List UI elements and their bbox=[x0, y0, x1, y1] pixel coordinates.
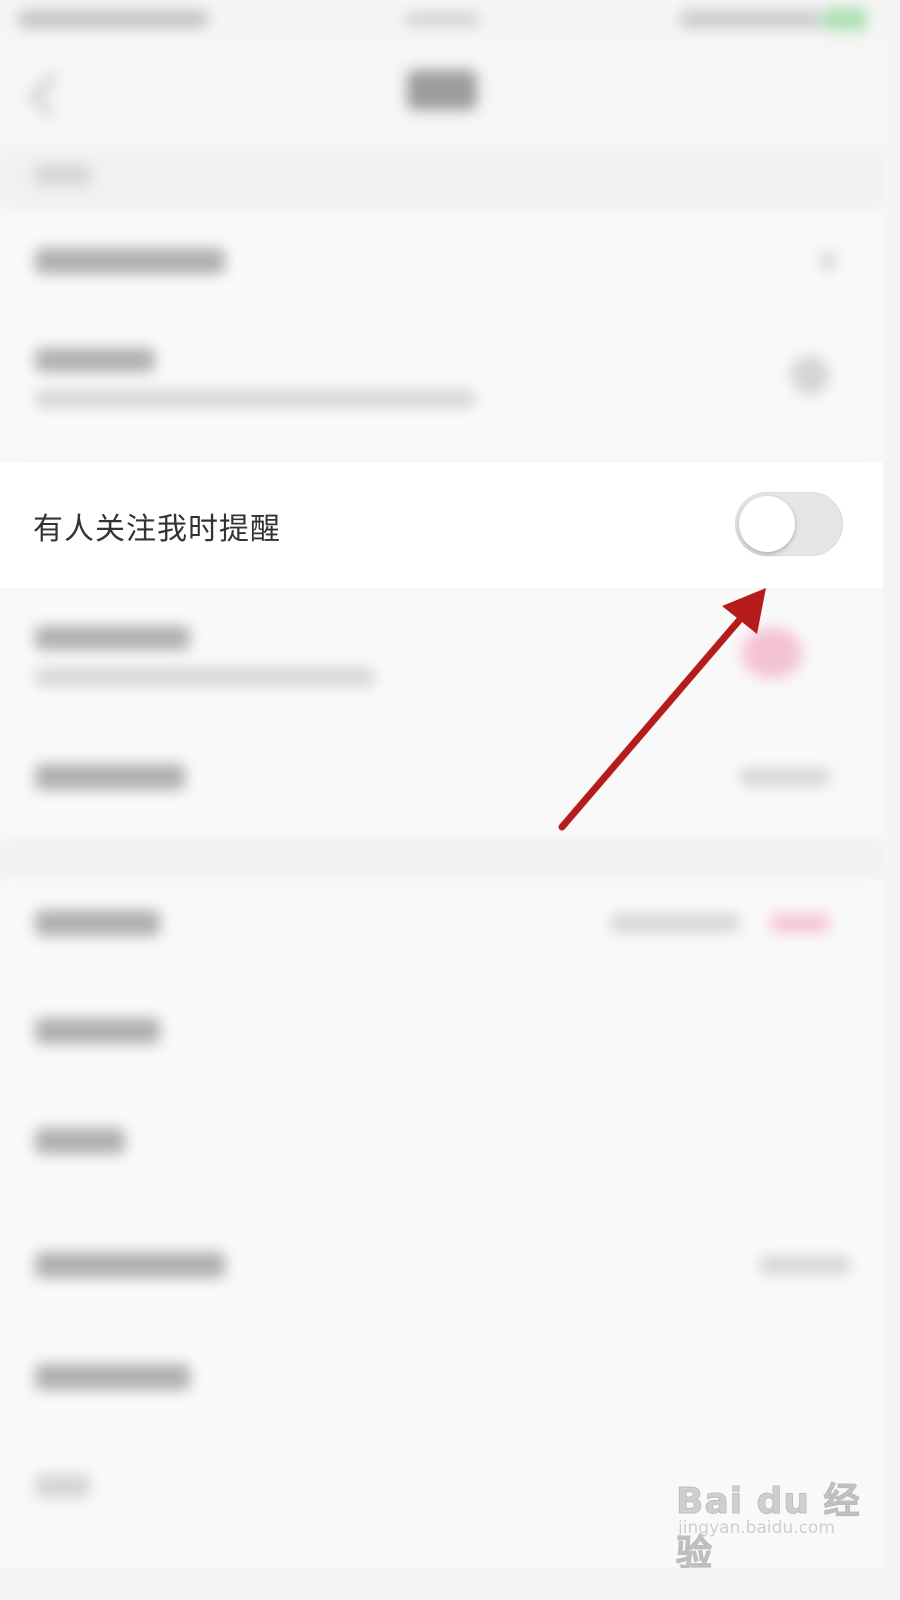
watermark-url: jingyan.baidu.com bbox=[678, 1518, 835, 1538]
battery-icon bbox=[822, 8, 867, 30]
settings-row[interactable] bbox=[0, 1328, 883, 1439]
settings-row[interactable] bbox=[0, 588, 883, 729]
settings-row[interactable] bbox=[0, 988, 883, 1099]
follow-notify-label: 有人关注我时提醒 bbox=[33, 512, 281, 547]
toggle-knob bbox=[739, 496, 795, 552]
section-gap bbox=[0, 838, 883, 878]
watermark: Bai du 经验 jingyan.baidu.com bbox=[676, 1472, 876, 1569]
status-bar-time bbox=[405, 12, 480, 26]
settings-row[interactable] bbox=[0, 1098, 883, 1209]
blurred-background bbox=[0, 0, 883, 1568]
settings-row[interactable] bbox=[0, 728, 883, 839]
nav-bar bbox=[0, 40, 883, 150]
follow-notify-toggle[interactable] bbox=[735, 492, 843, 556]
page-title bbox=[407, 70, 477, 110]
status-bar-left bbox=[18, 10, 208, 28]
settings-row[interactable] bbox=[0, 1208, 883, 1329]
status-bar-icons bbox=[680, 10, 820, 28]
back-arrow-icon[interactable] bbox=[30, 73, 73, 116]
settings-screen: 有人关注我时提醒 Bai du 经验 jingyan.baidu.com bbox=[0, 0, 883, 1568]
status-bar bbox=[0, 0, 883, 40]
section-label bbox=[35, 165, 90, 185]
settings-row[interactable] bbox=[0, 210, 883, 311]
section-header bbox=[0, 150, 883, 210]
settings-row[interactable] bbox=[0, 878, 883, 989]
settings-row[interactable] bbox=[0, 310, 883, 461]
